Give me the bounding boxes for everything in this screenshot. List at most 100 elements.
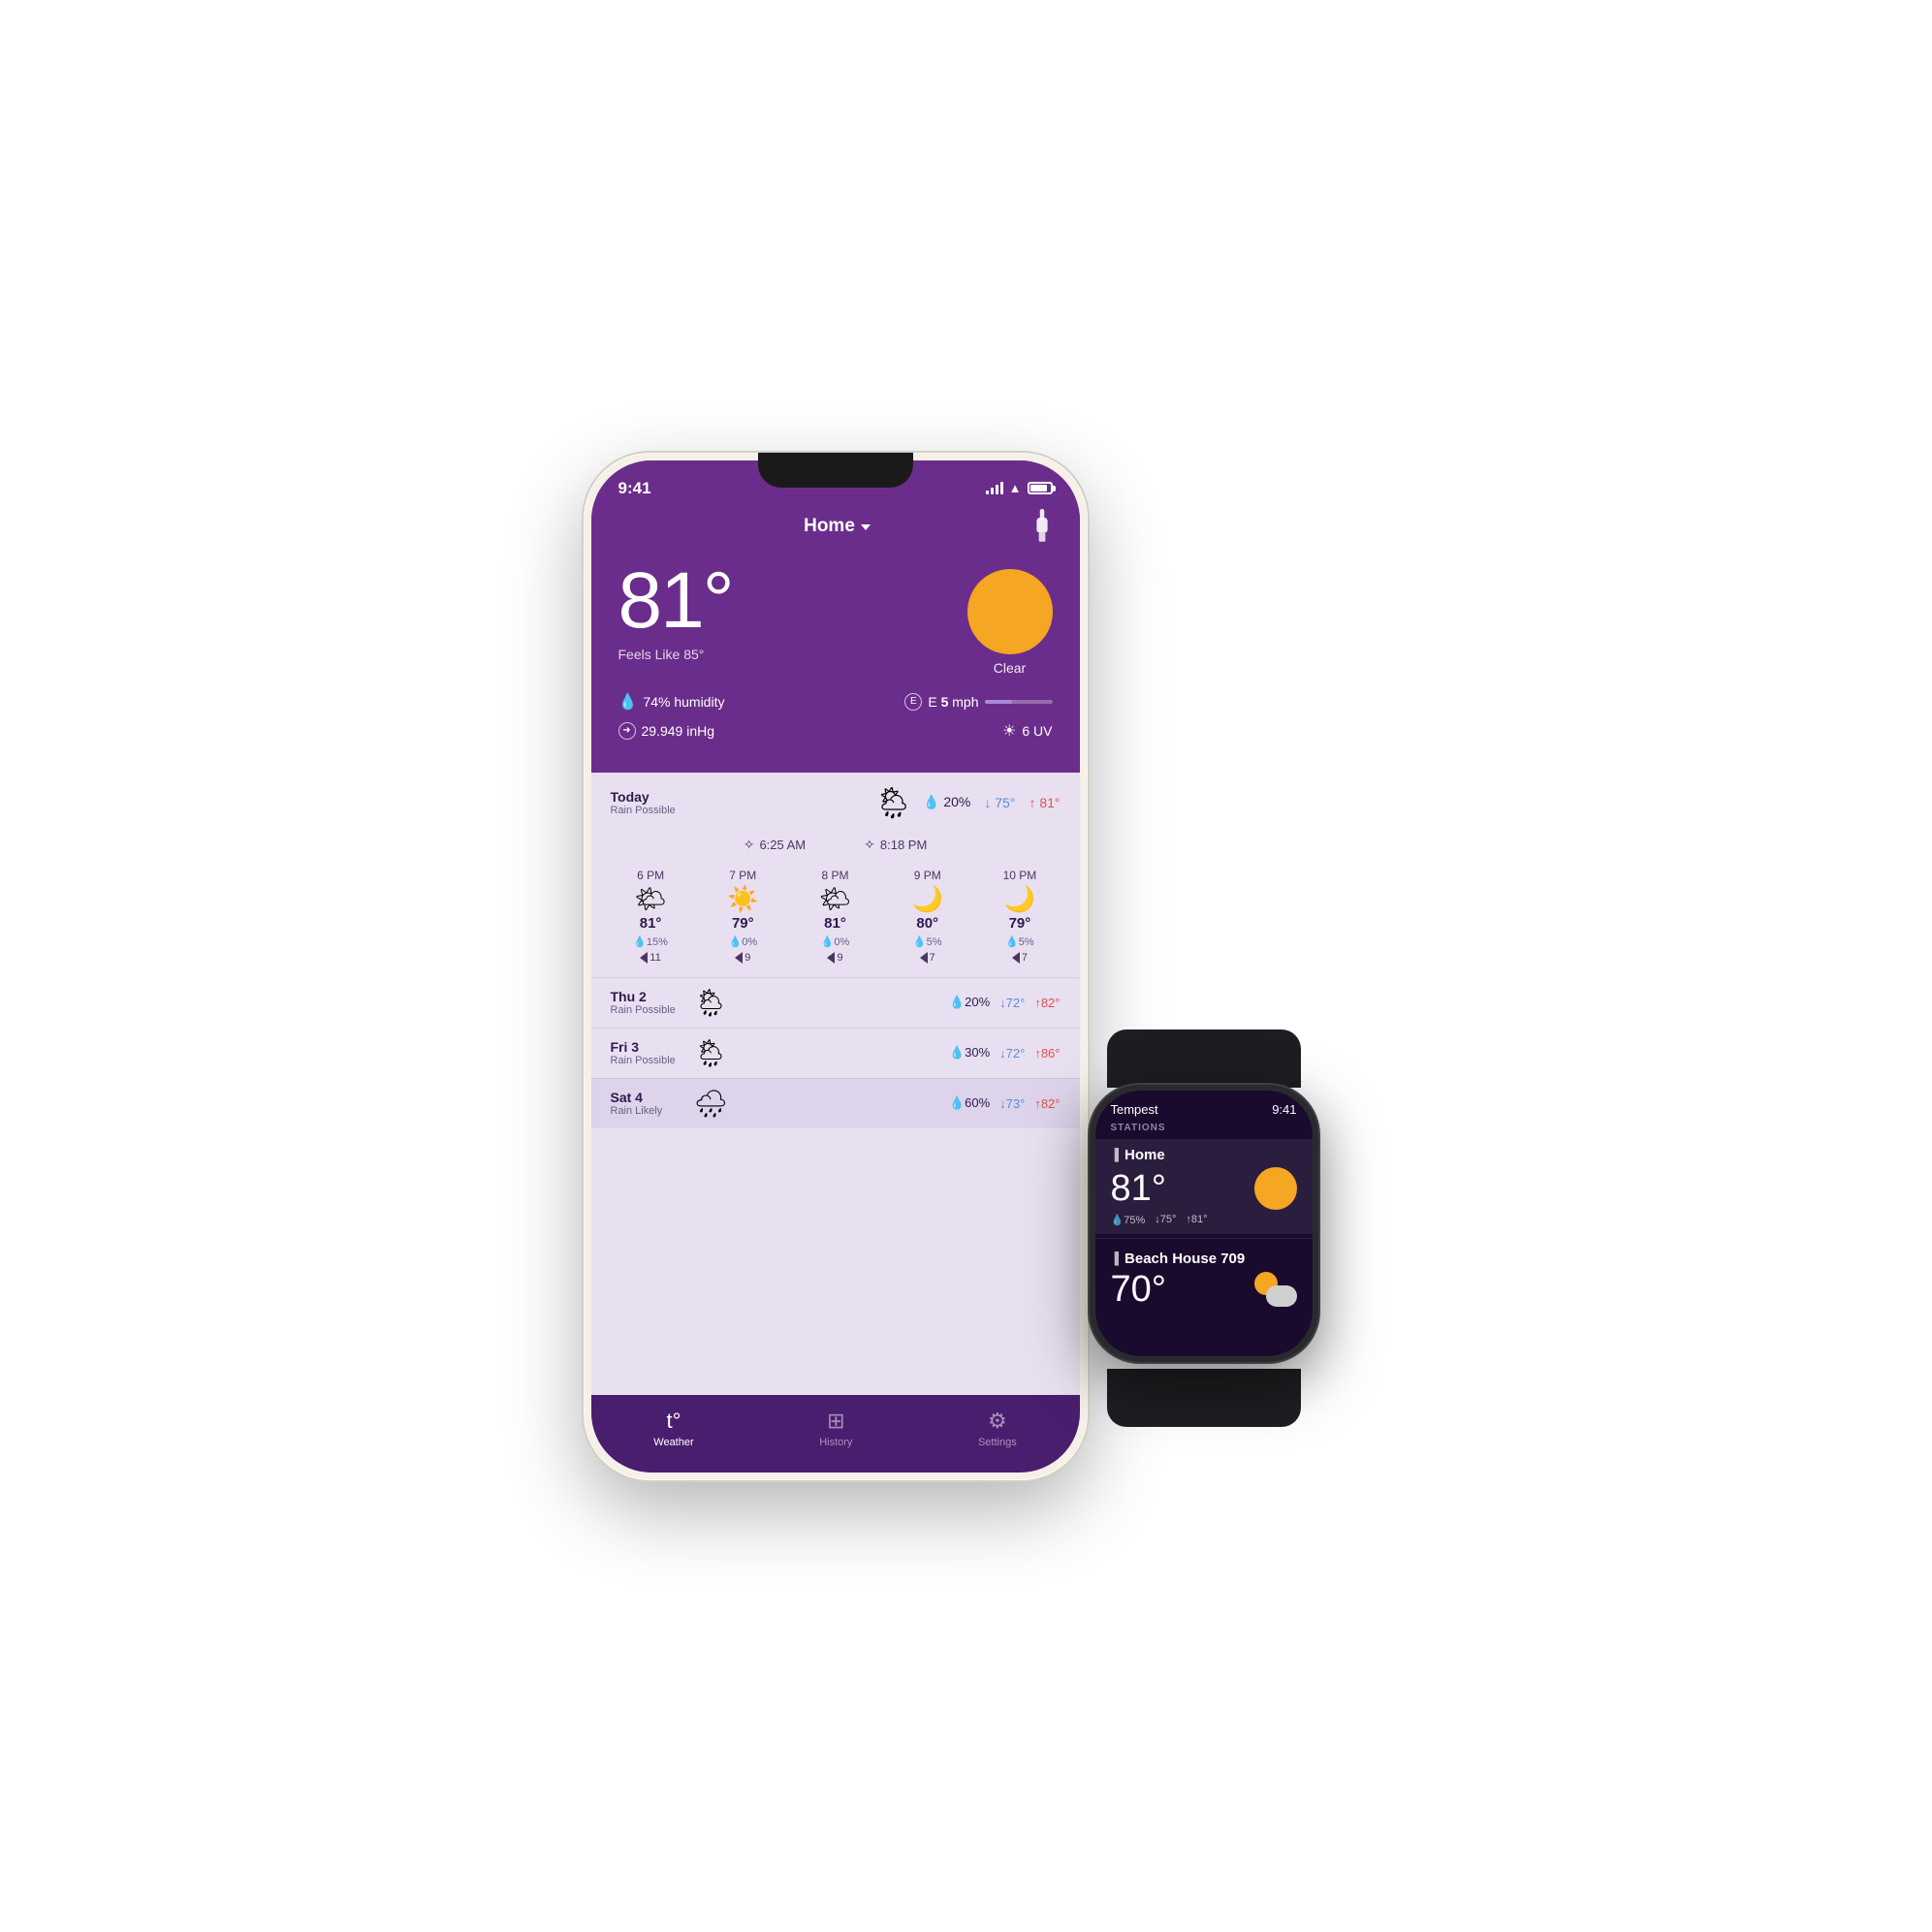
humidity-value: 74% humidity — [643, 694, 724, 710]
phone-screen: 9:41 ▲ — [591, 460, 1080, 1473]
location-name: Home — [804, 516, 855, 537]
battery-icon — [1028, 482, 1053, 494]
pressure-detail: ➜ 29.949 inHg — [618, 722, 715, 740]
today-high: 81° — [1039, 795, 1060, 810]
wifi-icon: ▲ — [1009, 481, 1022, 495]
daily-day-sub: Rain Likely — [611, 1105, 679, 1117]
today-precip: 20% — [943, 794, 970, 809]
hour-time: 6 PM — [637, 869, 664, 882]
wind-detail: E E 5 mph — [904, 693, 1052, 711]
hour-temp: 81° — [824, 915, 846, 932]
daily-icon: 🌦 — [694, 1037, 729, 1069]
sunset-item: ✧ 8:18 PM — [864, 837, 927, 853]
watch-station-icon: ▐ — [1111, 1148, 1120, 1161]
tab-settings-label: Settings — [978, 1437, 1017, 1448]
daily-day-sub: Rain Possible — [611, 1055, 679, 1066]
watch-station-home[interactable]: ▐ Home 81° 💧75% ↓75° ↑81° — [1095, 1139, 1313, 1234]
hourly-scroll: 6 PM 🌤 81° 💧15% 11 7 PM ☀️ 79° 💧0% 9 — [591, 861, 1080, 977]
hour-item: 10 PM 🌙 79° 💧5% 7 — [973, 865, 1065, 967]
daily-day-name: Sat 4 — [611, 1090, 679, 1105]
hour-temp: 80° — [916, 915, 938, 932]
watch-screen: Tempest 9:41 STATIONS ▐ Home 81° 💧75 — [1095, 1091, 1313, 1356]
hour-temp: 81° — [640, 915, 662, 932]
hour-icon-sun: 🌤 — [819, 886, 851, 911]
weather-details: 💧 74% humidity E E 5 mph — [591, 676, 1080, 757]
sunrise-sunset-row: ✧ 6:25 AM ✧ 8:18 PM — [591, 833, 1080, 861]
sunset-time: 8:18 PM — [880, 838, 927, 852]
watch-partly-cloudy-icon — [1254, 1272, 1297, 1307]
location-title[interactable]: Home — [804, 516, 871, 537]
hour-time: 8 PM — [822, 869, 849, 882]
feels-like: Feels Like 85° — [618, 647, 733, 662]
tab-weather[interactable]: t° Weather — [653, 1409, 693, 1448]
tab-bar: t° Weather ⊞ History ⚙ Settings — [591, 1395, 1080, 1473]
watch-home-stats: 💧75% ↓75° ↑81° — [1111, 1214, 1297, 1226]
watch-case: Tempest 9:41 STATIONS ▐ Home 81° 💧75 — [1088, 1083, 1320, 1364]
uv-detail: ☀ 6 UV — [1002, 721, 1052, 741]
current-temperature: 81° — [618, 561, 733, 641]
signal-bars-icon — [986, 483, 1003, 494]
today-forecast-row: Today Rain Possible 🌦 💧 20% ↓ 75° ↑ 81° — [591, 773, 1080, 833]
phone-device: 9:41 ▲ — [584, 453, 1088, 1480]
daily-day-name: Thu 2 — [611, 989, 679, 1004]
settings-tab-icon: ⚙ — [988, 1409, 1007, 1434]
watch-stations-label: STATIONS — [1095, 1123, 1313, 1139]
daily-row-thu: Thu 2 Rain Possible 🌦 💧20% ↓72° ↑82° — [591, 977, 1080, 1028]
hour-item: 9 PM 🌙 80° 💧5% 7 — [881, 865, 973, 967]
watch-home-temp: 81° — [1111, 1170, 1166, 1207]
hour-wind: 9 — [827, 952, 842, 964]
hour-icon-sun: ☀️ — [727, 886, 758, 911]
wind-value: E 5 mph — [928, 694, 978, 710]
station-device-icon[interactable] — [1029, 509, 1056, 544]
watch-beach-name: Beach House 709 — [1124, 1251, 1245, 1267]
phone-header: Home — [591, 503, 1080, 554]
chevron-down-icon — [861, 524, 871, 530]
daily-day-sub: Rain Possible — [611, 1004, 679, 1016]
daily-forecast: Thu 2 Rain Possible 🌦 💧20% ↓72° ↑82° — [591, 977, 1080, 1395]
today-label: Today — [611, 789, 679, 805]
hour-precip: 💧0% — [821, 935, 850, 948]
hour-precip: 💧15% — [633, 935, 668, 948]
daily-day-name: Fri 3 — [611, 1039, 679, 1055]
today-condition: Rain Possible — [611, 805, 679, 816]
condition-label: Clear — [994, 660, 1026, 676]
tab-weather-label: Weather — [653, 1437, 693, 1448]
tab-history-label: History — [819, 1437, 852, 1448]
watch-band-top — [1107, 1029, 1301, 1088]
weather-main: 81° Feels Like 85° Clear — [591, 554, 1080, 676]
hour-wind: 9 — [735, 952, 750, 964]
daily-row-sat: Sat 4 Rain Likely 🌧 💧60% ↓73° ↑82° — [591, 1078, 1080, 1128]
tab-settings[interactable]: ⚙ Settings — [978, 1409, 1017, 1448]
daily-row-fri: Fri 3 Rain Possible 🌦 💧30% ↓72° ↑86° — [591, 1028, 1080, 1078]
hour-time: 9 PM — [914, 869, 941, 882]
humidity-detail: 💧 74% humidity — [618, 692, 725, 712]
daily-stats: 💧20% ↓72° ↑82° — [949, 995, 1061, 1010]
hour-temp: 79° — [732, 915, 754, 932]
watch-station-beach[interactable]: ▐ Beach House 709 70° — [1095, 1243, 1313, 1315]
hour-item: 7 PM ☀️ 79° 💧0% 9 — [697, 865, 789, 967]
hour-item: 8 PM 🌤 81° 💧0% 9 — [789, 865, 881, 967]
daily-stats: 💧30% ↓72° ↑86° — [949, 1045, 1061, 1061]
hour-time: 7 PM — [729, 869, 756, 882]
hour-precip: 💧0% — [729, 935, 758, 948]
today-low: 75° — [995, 795, 1015, 810]
watch-divider — [1095, 1238, 1313, 1239]
hour-icon-moon: 🌙 — [912, 886, 943, 911]
hour-precip: 💧5% — [1005, 935, 1034, 948]
tab-history[interactable]: ⊞ History — [819, 1409, 852, 1448]
watch-beach-temp: 70° — [1111, 1271, 1166, 1308]
status-icons: ▲ — [986, 481, 1053, 495]
hour-wind: 11 — [640, 952, 660, 964]
status-time: 9:41 — [618, 479, 651, 498]
watch-app-name: Tempest — [1111, 1102, 1158, 1117]
today-stats: 💧 20% ↓ 75° ↑ 81° — [923, 794, 1060, 810]
hour-item: 6 PM 🌤 81° 💧15% 11 — [605, 865, 697, 967]
wind-bar — [985, 700, 1053, 704]
watch-device: Tempest 9:41 STATIONS ▐ Home 81° 💧75 — [1059, 1054, 1349, 1403]
watch-station-name: Home — [1124, 1147, 1165, 1163]
hour-icon-sun: 🌤 — [635, 886, 667, 911]
history-tab-icon: ⊞ — [827, 1409, 844, 1434]
hour-precip: 💧5% — [913, 935, 942, 948]
pressure-value: 29.949 inHg — [642, 723, 715, 739]
watch-time: 9:41 — [1272, 1102, 1296, 1117]
